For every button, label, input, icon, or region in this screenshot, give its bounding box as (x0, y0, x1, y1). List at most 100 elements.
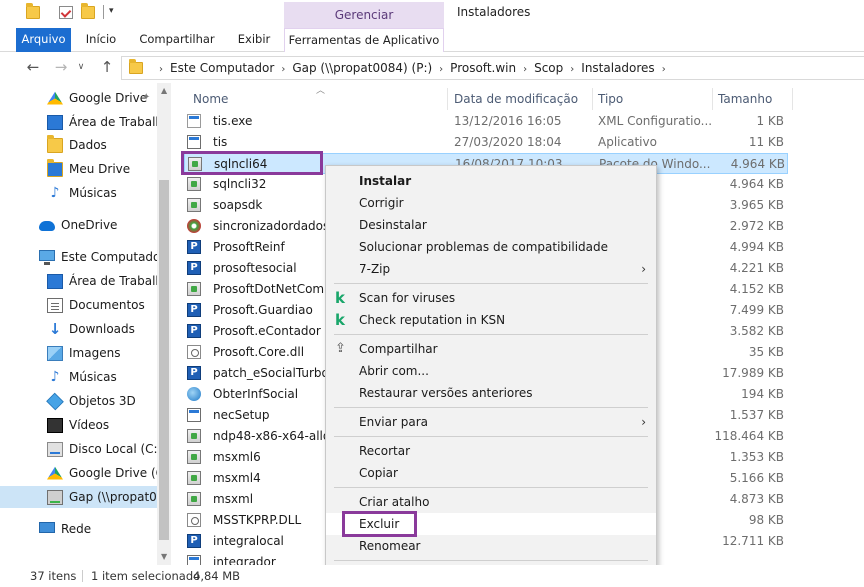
sidebar-item[interactable]: Documentos (0, 294, 157, 316)
properties-check-icon[interactable] (59, 6, 73, 19)
sidebar-item[interactable]: Área de Trabalho (0, 270, 157, 292)
sidebar-item[interactable]: Rede (0, 518, 157, 540)
menu-item-label: Scan for viruses (359, 291, 456, 305)
breadcrumb-chevron-icon[interactable]: › (281, 64, 285, 75)
folder-icon[interactable] (26, 3, 40, 19)
file-row[interactable]: tis.exe 13/12/2016 16:05 XML Configuratio.… (184, 111, 788, 132)
menu-item-recortar[interactable]: Recortar (326, 440, 656, 462)
sidebar-item-label: Músicas (69, 186, 117, 200)
sidebar-item[interactable]: Dados (0, 134, 157, 156)
sidebar-item[interactable]: Gap (\\propat00 (0, 486, 157, 508)
menu-item-check-reputation-in-ksn[interactable]: k Check reputation in KSN (326, 309, 656, 331)
file-name: msxml4 (213, 471, 261, 485)
sidebar-item[interactable]: ♪ Músicas (0, 366, 157, 388)
sidebar-item[interactable]: Disco Local (C:) (0, 438, 157, 460)
file-msi-icon (187, 177, 201, 191)
up-arrow-icon[interactable]: ↑ (96, 56, 118, 78)
tab-file[interactable]: Arquivo (16, 28, 71, 52)
sidebar-item-label: Músicas (69, 370, 117, 384)
menu-item-corrigir[interactable]: Corrigir (326, 192, 656, 214)
network-icon (39, 522, 55, 533)
column-date[interactable]: Data de modificação (448, 88, 592, 110)
breadcrumb-item[interactable]: Gap (\\propat0084) (P:) (292, 61, 432, 75)
breadcrumb-chevron-icon[interactable]: › (523, 64, 527, 75)
tab-view[interactable]: Exibir (231, 28, 277, 52)
breadcrumb-item[interactable]: Instaladores (581, 61, 654, 75)
menu-item-desinstalar[interactable]: Desinstalar (326, 214, 656, 236)
pictures-icon (47, 346, 63, 361)
sidebar-item-label: Google Drive (69, 91, 148, 105)
sidebar-item[interactable]: ↓ Downloads (0, 318, 157, 340)
menu-separator (334, 283, 648, 284)
tab-share[interactable]: Compartilhar (135, 28, 219, 52)
breadcrumb-item[interactable]: Scop (534, 61, 563, 75)
sidebar-item[interactable]: Objetos 3D (0, 390, 157, 412)
submenu-chevron-icon: › (641, 262, 646, 276)
network-drive-icon (47, 490, 63, 505)
breadcrumb-item[interactable]: Prosoft.win (450, 61, 516, 75)
menu-item-abrir-com[interactable]: Abrir com... (326, 360, 656, 382)
address-bar[interactable]: › Este Computador › Gap (\\propat0084) (P:)… (121, 56, 864, 80)
tab-application-tools[interactable]: Ferramentas de Aplicativo (284, 28, 444, 52)
file-blue-icon: P (187, 324, 201, 338)
file-name: ProsoftDotNetComp (213, 282, 332, 296)
breadcrumb-item[interactable]: Este Computador (170, 61, 274, 75)
scroll-up-icon[interactable]: ▲ (161, 86, 167, 95)
menu-separator (334, 560, 648, 561)
file-msi-icon (187, 471, 201, 485)
menu-item-copiar[interactable]: Copiar (326, 462, 656, 484)
menu-item-7-zip[interactable]: 7-Zip › (326, 258, 656, 280)
menu-item-scan-for-viruses[interactable]: k Scan for viruses (326, 287, 656, 309)
menu-item-label: Recortar (359, 444, 411, 458)
tab-home[interactable]: Início (80, 28, 122, 52)
sidebar-item[interactable]: Este Computador (0, 246, 157, 268)
column-divider[interactable] (792, 88, 793, 110)
file-blue-icon: P (187, 261, 201, 275)
menu-item-instalar[interactable]: Instalar (326, 170, 656, 192)
column-size[interactable]: Tamanho (712, 88, 792, 110)
forward-arrow-icon[interactable]: → (50, 56, 72, 78)
breadcrumb-chevron-icon[interactable]: › (159, 64, 163, 75)
navigation-pane-scroll-thumb[interactable] (159, 180, 169, 540)
file-row[interactable]: tis 27/03/2020 18:04 Aplicativo 11 KB (184, 132, 788, 153)
file-name: soapsdk (213, 198, 263, 212)
file-name: ndp48-x86-x64-allos- (213, 429, 341, 443)
menu-item-criar-atalho[interactable]: Criar atalho (326, 491, 656, 513)
file-size: 1 KB (756, 114, 784, 128)
sidebar-item[interactable]: Google Drive ✦ (0, 87, 157, 109)
menu-item-enviar-para[interactable]: Enviar para › (326, 411, 656, 433)
file-name: Prosoft.eContador (213, 324, 321, 338)
window-title: Instaladores (457, 5, 531, 19)
file-size: 7.499 KB (729, 303, 784, 317)
breadcrumb-chevron-icon[interactable]: › (570, 64, 574, 75)
file-name: Prosoft.Guardiao (213, 303, 313, 317)
music-icon: ♪ (50, 369, 60, 385)
new-folder-icon[interactable] (81, 3, 95, 19)
recent-locations-chevron-icon[interactable]: ∨ (74, 56, 88, 78)
breadcrumb-chevron-icon[interactable]: › (439, 64, 443, 75)
file-size: 4.873 KB (729, 492, 784, 506)
back-arrow-icon[interactable]: ← (22, 56, 44, 78)
column-type[interactable]: Tipo (592, 88, 712, 110)
scroll-down-icon[interactable]: ▼ (161, 552, 167, 561)
sidebar-item[interactable]: Google Drive (G: (0, 462, 157, 484)
file-name: msxml6 (213, 450, 261, 464)
breadcrumb-chevron-icon[interactable]: › (662, 64, 666, 75)
sidebar-item[interactable]: OneDrive (0, 214, 157, 236)
menu-item-compartilhar[interactable]: ⇪ Compartilhar (326, 338, 656, 360)
customize-quick-access-icon[interactable]: ▾ (109, 6, 114, 16)
sidebar-item[interactable]: ♪ Músicas (0, 182, 157, 204)
sidebar-item[interactable]: Área de Trabalho (0, 111, 157, 133)
sidebar-item-label: Rede (61, 522, 92, 536)
sidebar-item[interactable]: Meu Drive (0, 158, 157, 180)
menu-item-restaurar-versoes-anteriores[interactable]: Restaurar versões anteriores (326, 382, 656, 404)
file-list-scrollbar[interactable] (848, 83, 864, 565)
sidebar-item[interactable]: Vídeos (0, 414, 157, 436)
file-size: 12.711 KB (722, 534, 784, 548)
file-size: 1.537 KB (729, 408, 784, 422)
menu-item-solucionar-problemas-de-compatibilidade[interactable]: Solucionar problemas de compatibilidade (326, 236, 656, 258)
file-name: integralocal (213, 534, 284, 548)
menu-item-renomear[interactable]: Renomear (326, 535, 656, 557)
status-bar: 37 itens 1 item selecionado 4,84 MB (0, 565, 864, 587)
sidebar-item[interactable]: Imagens (0, 342, 157, 364)
